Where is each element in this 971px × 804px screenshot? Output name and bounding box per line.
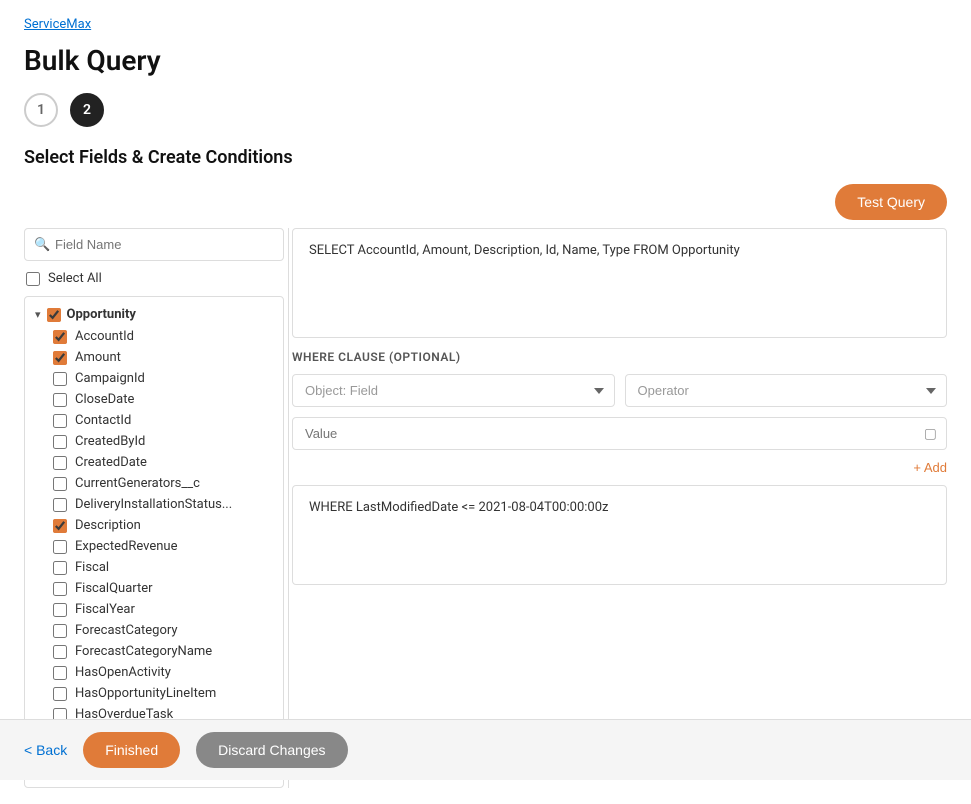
field-label-deliveryinstallation: DeliveryInstallationStatus...	[75, 497, 232, 512]
field-row-description: Description	[25, 515, 283, 536]
field-list-container[interactable]: ▾ Opportunity AccountId Amount CampaignI…	[24, 296, 284, 788]
field-checkbox-accountid[interactable]	[53, 330, 67, 344]
field-checkbox-amount[interactable]	[53, 351, 67, 365]
where-result-box: WHERE LastModifiedDate <= 2021-08-04T00:…	[292, 485, 947, 585]
field-checkbox-campaignid[interactable]	[53, 372, 67, 386]
field-checkbox-hasopportunitylineitem[interactable]	[53, 687, 67, 701]
value-icon: ▢	[924, 426, 937, 442]
field-row-forecastcategoryname: ForecastCategoryName	[25, 641, 283, 662]
add-row: + Add	[292, 460, 947, 475]
field-label-fiscalyear: FiscalYear	[75, 602, 135, 617]
field-row-deliveryinstallation: DeliveryInstallationStatus...	[25, 494, 283, 515]
step-1: 1	[24, 93, 58, 127]
field-row-contactid: ContactId	[25, 410, 283, 431]
field-checkbox-deliveryinstallation[interactable]	[53, 498, 67, 512]
finished-button[interactable]: Finished	[83, 732, 180, 768]
field-label-amount: Amount	[75, 350, 121, 365]
field-checkbox-createdbyid[interactable]	[53, 435, 67, 449]
field-row-fiscalyear: FiscalYear	[25, 599, 283, 620]
field-row-accountid: AccountId	[25, 326, 283, 347]
field-checkbox-expectedrevenue[interactable]	[53, 540, 67, 554]
field-row-fiscal: Fiscal	[25, 557, 283, 578]
search-icon: 🔍	[34, 237, 50, 252]
where-clause-section: WHERE CLAUSE (OPTIONAL) Object: Field Op…	[292, 350, 947, 585]
field-row-fiscalquarter: FiscalQuarter	[25, 578, 283, 599]
field-label-description: Description	[75, 518, 141, 533]
field-row-closedate: CloseDate	[25, 389, 283, 410]
left-panel: 🔍 Select All ▾ Opportunity AccountId	[24, 228, 284, 788]
field-checkbox-currentgenerators[interactable]	[53, 477, 67, 491]
select-all-label: Select All	[48, 271, 102, 286]
operator-dropdown[interactable]: Operator	[625, 374, 948, 407]
opportunity-checkbox[interactable]	[47, 308, 61, 322]
field-checkbox-contactid[interactable]	[53, 414, 67, 428]
object-row[interactable]: ▾ Opportunity	[25, 303, 283, 326]
field-label-fiscalquarter: FiscalQuarter	[75, 581, 153, 596]
field-row-hasopportunitylineitem: HasOpportunityLineItem	[25, 683, 283, 704]
field-label-forecastcategory: ForecastCategory	[75, 623, 178, 638]
field-label-accountid: AccountId	[75, 329, 134, 344]
value-row: ▢	[292, 417, 947, 450]
query-display-box: SELECT AccountId, Amount, Description, I…	[292, 228, 947, 338]
field-row-currentgenerators: CurrentGenerators__c	[25, 473, 283, 494]
field-label-contactid: ContactId	[75, 413, 131, 428]
where-clause-label: WHERE CLAUSE (OPTIONAL)	[292, 350, 947, 364]
field-name-search-input[interactable]	[24, 228, 284, 261]
field-checkbox-hasopenactivity[interactable]	[53, 666, 67, 680]
search-box-container: 🔍	[24, 228, 284, 261]
field-label-forecastcategoryname: ForecastCategoryName	[75, 644, 212, 659]
section-title: Select Fields & Create Conditions	[24, 147, 947, 168]
select-all-row: Select All	[24, 271, 284, 286]
query-text: SELECT AccountId, Amount, Description, I…	[309, 243, 740, 258]
field-label-currentgenerators: CurrentGenerators__c	[75, 476, 200, 491]
field-checkbox-description[interactable]	[53, 519, 67, 533]
where-clause-dropdowns-row: Object: Field Operator	[292, 374, 947, 407]
bottom-bar: < Back Finished Discard Changes	[0, 719, 971, 780]
object-field-dropdown[interactable]: Object: Field	[292, 374, 615, 407]
field-checkbox-closedate[interactable]	[53, 393, 67, 407]
field-label-hasopportunitylineitem: HasOpportunityLineItem	[75, 686, 216, 701]
object-label: Opportunity	[67, 307, 136, 322]
field-checkbox-fiscalquarter[interactable]	[53, 582, 67, 596]
back-button[interactable]: < Back	[24, 742, 67, 758]
breadcrumb-link[interactable]: ServiceMax	[24, 17, 91, 32]
field-row-expectedrevenue: ExpectedRevenue	[25, 536, 283, 557]
where-result-text: WHERE LastModifiedDate <= 2021-08-04T00:…	[309, 500, 608, 515]
field-label-fiscal: Fiscal	[75, 560, 109, 575]
steps-container: 1 2	[24, 93, 947, 127]
field-checkbox-forecastcategory[interactable]	[53, 624, 67, 638]
field-row-hasopenactivity: HasOpenActivity	[25, 662, 283, 683]
field-row-amount: Amount	[25, 347, 283, 368]
right-panel: SELECT AccountId, Amount, Description, I…	[292, 228, 947, 788]
step-2: 2	[70, 93, 104, 127]
field-checkbox-createddate[interactable]	[53, 456, 67, 470]
field-label-hasopenactivity: HasOpenActivity	[75, 665, 171, 680]
vertical-divider	[284, 228, 292, 788]
field-row-createdbyid: CreatedById	[25, 431, 283, 452]
field-label-createdbyid: CreatedById	[75, 434, 145, 449]
field-row-createddate: CreatedDate	[25, 452, 283, 473]
chevron-down-icon: ▾	[35, 308, 41, 321]
select-all-checkbox[interactable]	[26, 272, 40, 286]
field-checkbox-fiscalyear[interactable]	[53, 603, 67, 617]
add-condition-button[interactable]: + Add	[913, 460, 947, 475]
page-title: Bulk Query	[24, 44, 947, 77]
field-checkbox-fiscal[interactable]	[53, 561, 67, 575]
field-checkbox-forecastcategoryname[interactable]	[53, 645, 67, 659]
field-label-expectedrevenue: ExpectedRevenue	[75, 539, 177, 554]
field-label-createddate: CreatedDate	[75, 455, 147, 470]
field-label-closedate: CloseDate	[75, 392, 134, 407]
value-input[interactable]	[292, 417, 947, 450]
test-query-button[interactable]: Test Query	[835, 184, 947, 220]
field-row-campaignid: CampaignId	[25, 368, 283, 389]
discard-changes-button[interactable]: Discard Changes	[196, 732, 347, 768]
field-label-campaignid: CampaignId	[75, 371, 145, 386]
field-row-forecastcategory: ForecastCategory	[25, 620, 283, 641]
